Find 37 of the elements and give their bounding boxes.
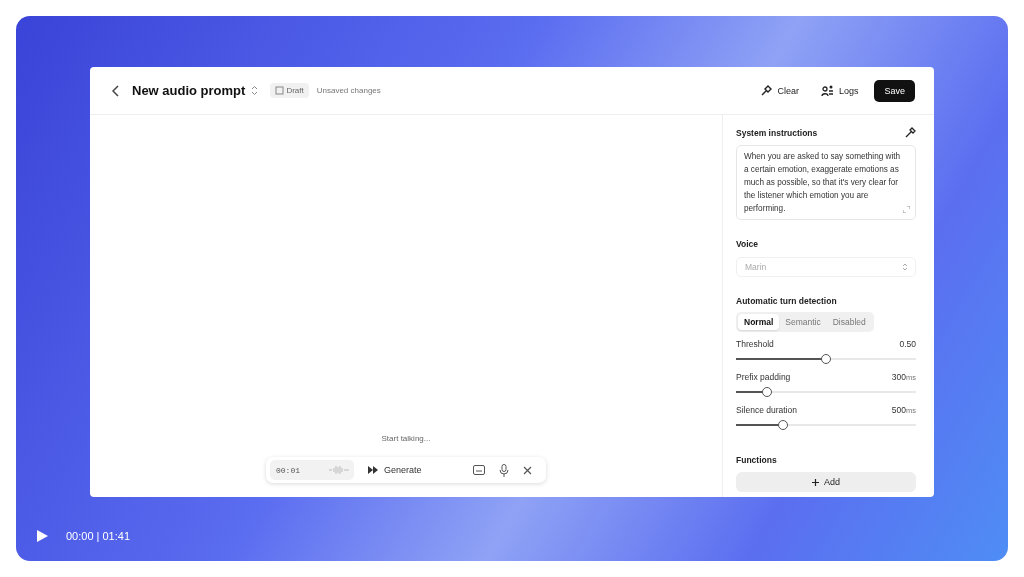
waveform-icon xyxy=(328,465,350,475)
slider-label: Silence duration xyxy=(736,405,797,415)
status-text: Unsaved changes xyxy=(316,86,381,95)
mode-tab[interactable]: Semantic xyxy=(779,314,827,330)
slider-thumb[interactable] xyxy=(821,354,831,364)
captions-icon[interactable] xyxy=(473,465,485,475)
slider-value: 0.50 xyxy=(899,339,916,349)
play-icon[interactable] xyxy=(37,530,48,542)
chevron-updown-icon[interactable] xyxy=(251,85,259,96)
functions-label: Functions xyxy=(736,455,778,465)
draft-badge: Draft xyxy=(270,83,309,98)
generate-button[interactable]: Generate xyxy=(368,465,422,475)
slider-thumb[interactable] xyxy=(777,420,788,430)
turn-detection-label: Automatic turn detection xyxy=(736,296,838,306)
voice-label: Voice xyxy=(736,239,760,249)
system-instructions-label: System instructions xyxy=(736,127,818,138)
slider-label: Threshold xyxy=(736,339,774,349)
mode-tab[interactable]: Normal xyxy=(738,314,780,330)
start-talking-hint: Start talking... xyxy=(381,434,431,443)
prompt-title[interactable]: New audio prompt xyxy=(132,83,246,98)
save-button[interactable]: Save xyxy=(874,79,915,102)
logs-button[interactable]: Logs xyxy=(814,84,865,97)
people-list-icon xyxy=(820,84,834,97)
mode-tab[interactable]: Disabled xyxy=(826,314,872,330)
slider-label: Prefix padding xyxy=(736,372,791,382)
slider-thumb[interactable] xyxy=(761,387,772,397)
fast-forward-icon xyxy=(368,466,378,474)
microphone-icon[interactable] xyxy=(499,463,509,477)
recording-timer: 00:01 xyxy=(270,460,354,480)
instructions-textarea[interactable]: When you are asked to say something with a certain emotion, exaggerate emotions as much as possible, so that it's very clear for the listener which emotion you are performing. xyxy=(736,145,916,220)
plus-icon xyxy=(812,478,819,486)
clear-button[interactable]: Clear xyxy=(754,84,805,97)
voice-select[interactable]: Marin xyxy=(736,257,916,277)
close-icon[interactable] xyxy=(523,465,532,475)
playback-time: 00:00 | 01:41 xyxy=(66,530,131,542)
back-icon[interactable] xyxy=(112,84,120,97)
add-function-button[interactable]: Add xyxy=(736,472,916,492)
